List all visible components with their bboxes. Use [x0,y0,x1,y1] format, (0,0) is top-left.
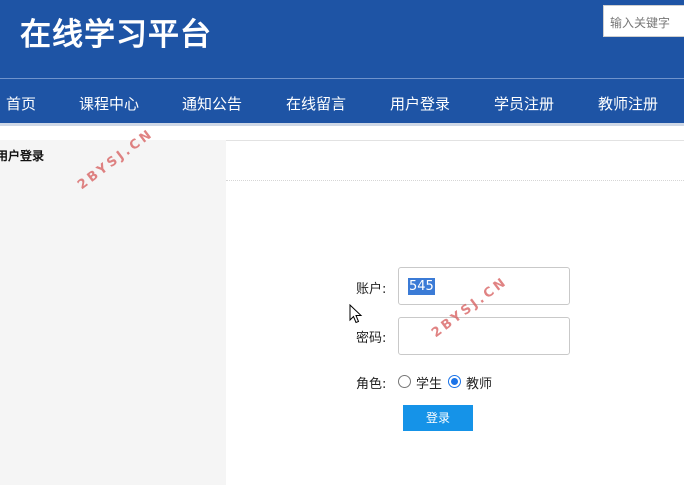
role-teacher-label[interactable]: 教师 [466,373,492,392]
nav-item-courses[interactable]: 课程中心 [79,93,139,114]
nav-item-notices[interactable]: 通知公告 [182,93,242,114]
password-input[interactable] [398,317,570,355]
content-divider-dotted [226,180,684,181]
search-input[interactable]: 输入关键字 [603,5,684,37]
mouse-cursor-icon [349,304,363,324]
site-title: 在线学习平台 [20,17,212,53]
role-teacher-radio[interactable] [448,375,461,388]
password-label: 密码: [356,331,387,346]
nav-item-login[interactable]: 用户登录 [390,93,450,114]
nav-item-messages[interactable]: 在线留言 [286,93,346,114]
nav-item-home[interactable]: 首页 [6,93,36,114]
login-button[interactable]: 登录 [403,405,473,431]
role-student-label[interactable]: 学生 [416,373,442,392]
site-header: 在线学习平台 输入关键字 [0,0,684,78]
sidebar: 用户登录 [0,140,226,485]
account-value: 545 [408,278,435,295]
nav-item-teacher-register[interactable]: 教师注册 [598,93,658,114]
nav-item-student-register[interactable]: 学员注册 [494,93,554,114]
sidebar-title: 用户登录 [0,149,45,163]
account-label: 账户: [356,282,387,297]
main-nav: 首页 课程中心 通知公告 在线留言 用户登录 学员注册 教师注册 [0,79,684,126]
content-divider-top [226,140,684,141]
role-label: 角色: [356,377,387,392]
role-student-radio[interactable] [398,375,411,388]
